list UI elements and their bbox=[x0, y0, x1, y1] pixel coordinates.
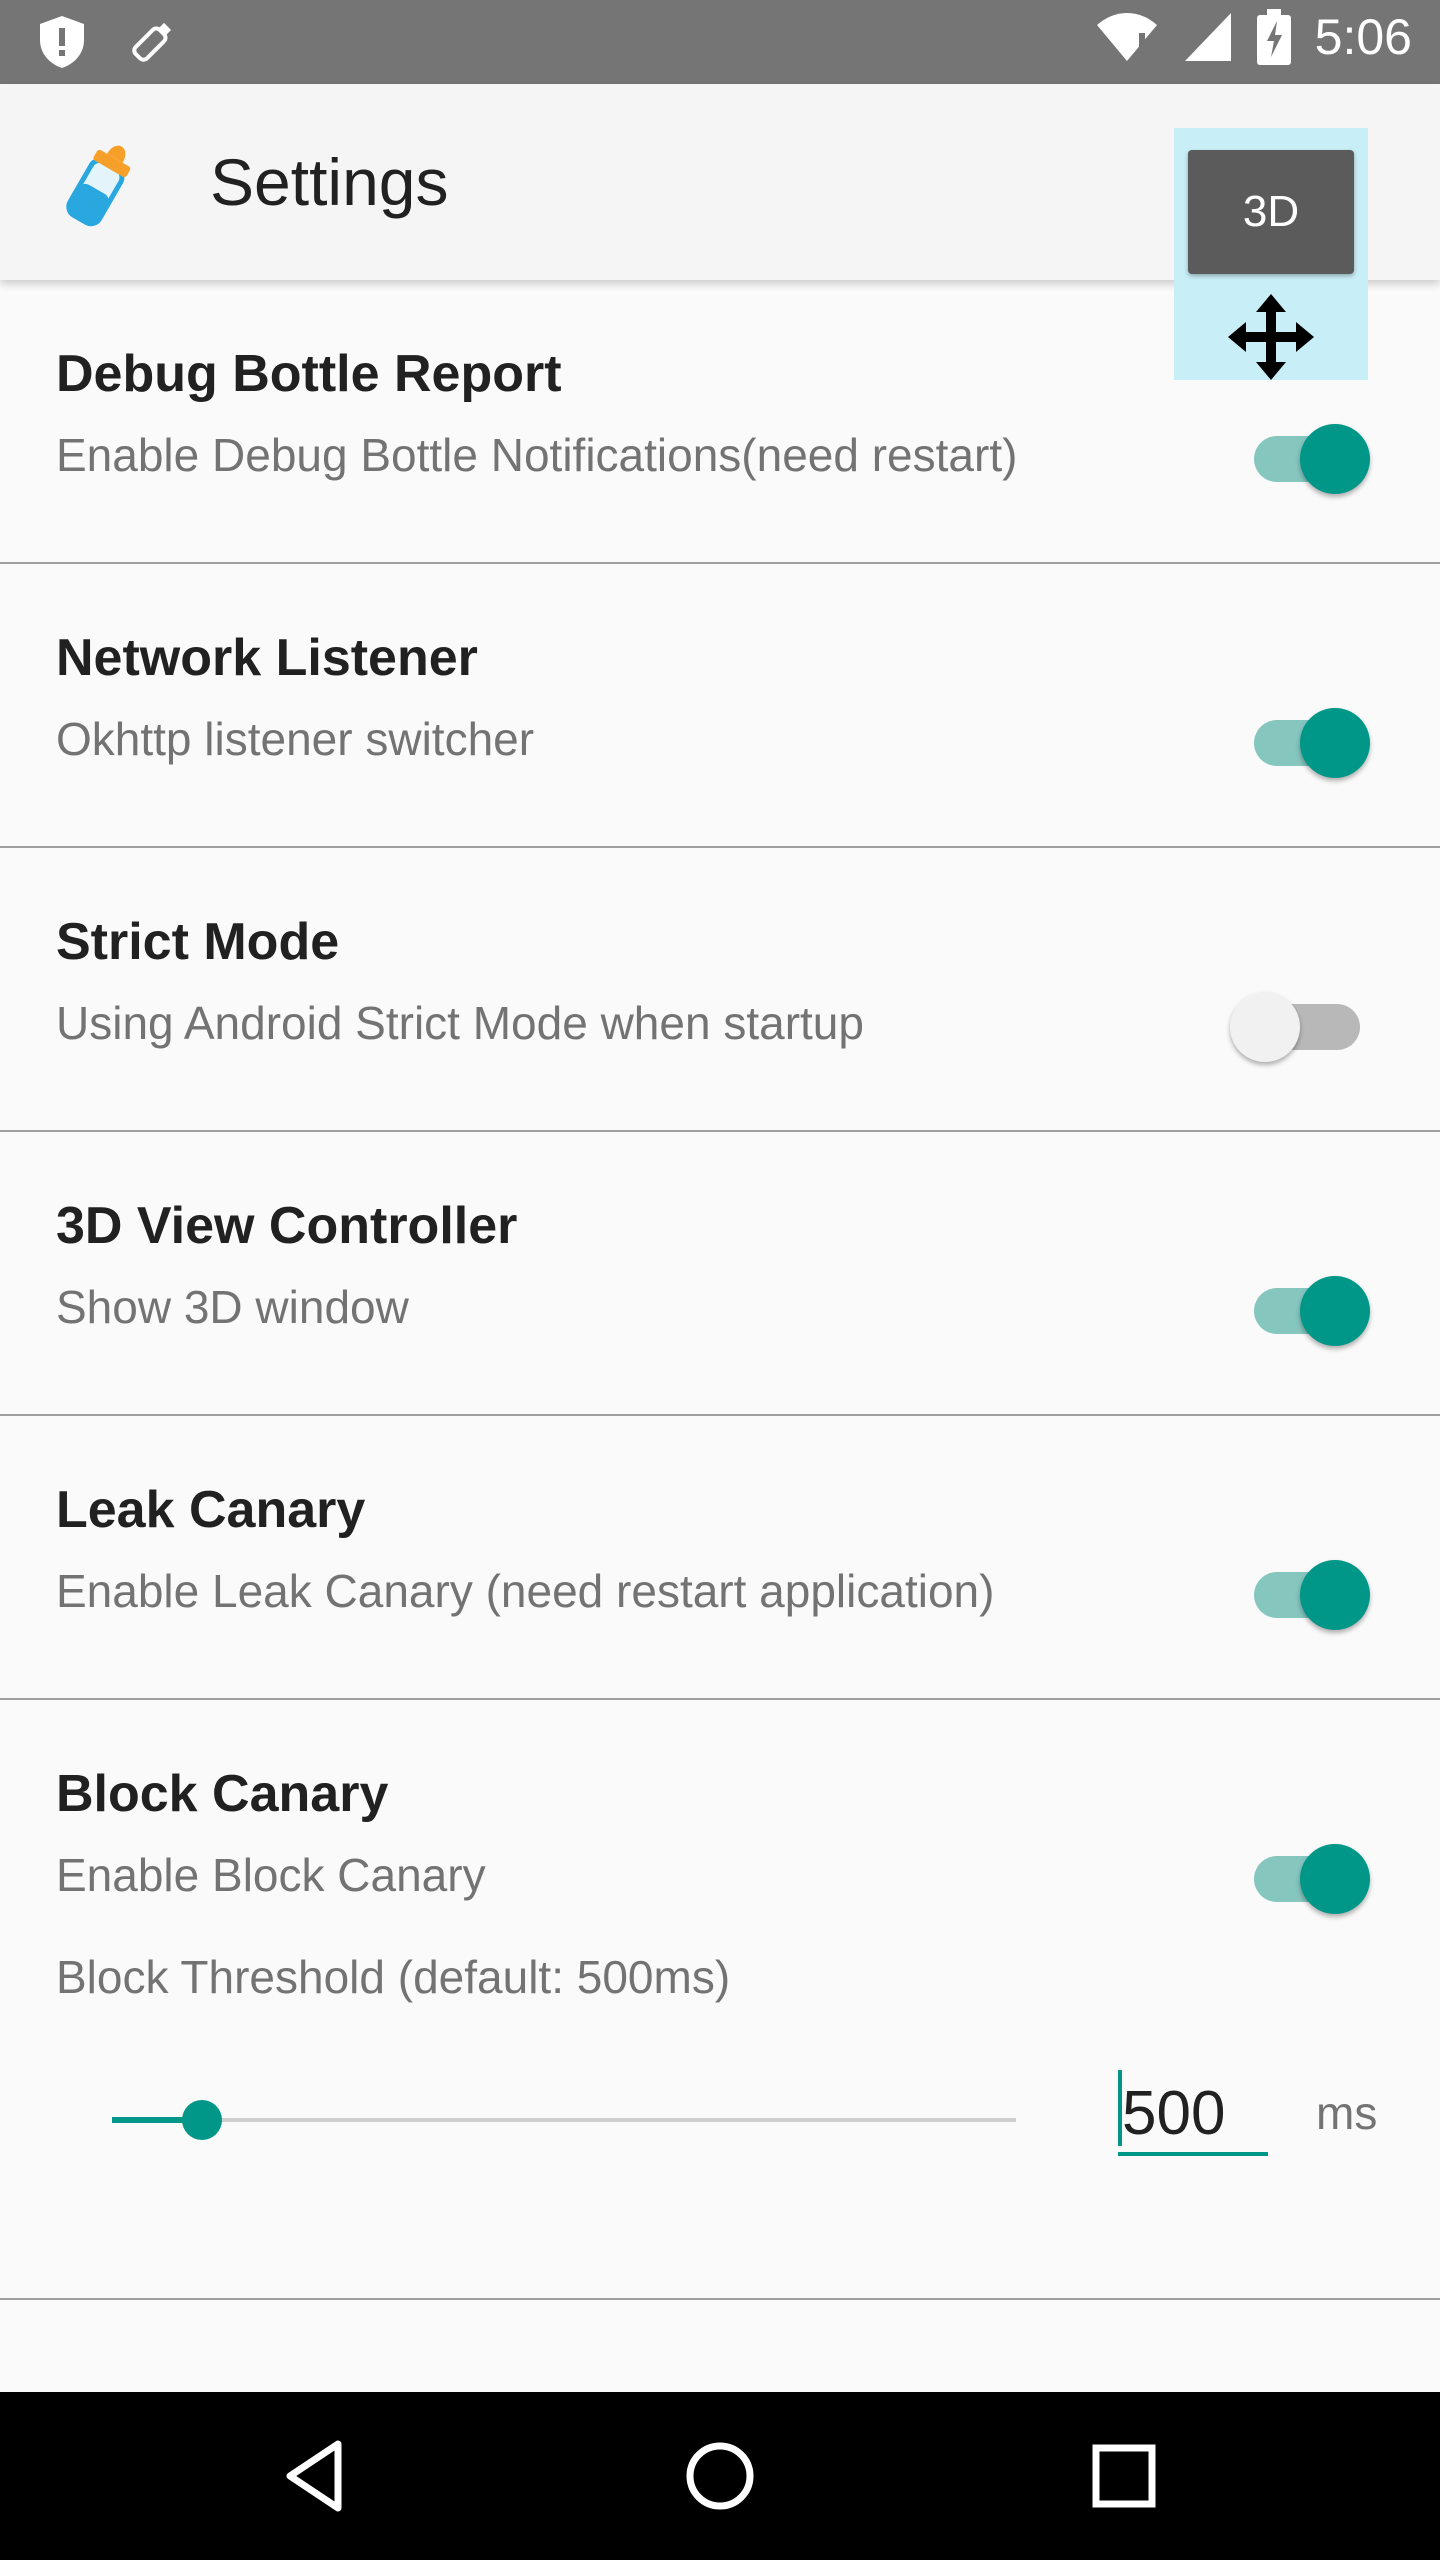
block-threshold-label: Block Threshold (default: 500ms) bbox=[56, 1951, 731, 2003]
recents-icon[interactable] bbox=[1084, 2436, 1164, 2516]
setting-network-listener[interactable]: Network Listener Okhttp listener switche… bbox=[0, 564, 1440, 848]
3d-button[interactable]: 3D bbox=[1188, 150, 1354, 274]
slider-knob[interactable] bbox=[182, 2100, 222, 2140]
setting-block-canary[interactable]: Block Canary Enable Block Canary Block T… bbox=[0, 1700, 1440, 2300]
navigation-bar bbox=[0, 2392, 1440, 2560]
setting-strict-mode[interactable]: Strict Mode Using Android Strict Mode wh… bbox=[0, 848, 1440, 1132]
page-title: Settings bbox=[210, 145, 449, 219]
strict-mode-switch[interactable] bbox=[1230, 982, 1380, 1062]
setting-title: Leak Canary bbox=[56, 1481, 366, 1539]
shield-icon bbox=[40, 16, 84, 68]
block-threshold-slider[interactable] bbox=[112, 2100, 1016, 2140]
threshold-unit: ms bbox=[1316, 2087, 1378, 2139]
baby-bottle-icon bbox=[66, 145, 131, 227]
network-listener-switch[interactable] bbox=[1230, 698, 1380, 778]
setting-leak-canary[interactable]: Leak Canary Enable Leak Canary (need res… bbox=[0, 1416, 1440, 1700]
setting-subtitle: Okhttp listener switcher bbox=[56, 713, 535, 765]
status-bar: 5:06 bbox=[0, 0, 1440, 84]
setting-subtitle: Enable Debug Bottle Notifications(need r… bbox=[56, 429, 1018, 481]
block-canary-switch[interactable] bbox=[1230, 1834, 1380, 1914]
home-icon[interactable] bbox=[680, 2436, 760, 2516]
slider-rail bbox=[112, 2118, 1016, 2122]
leak-canary-switch[interactable] bbox=[1230, 1550, 1380, 1630]
debug-bottle-report-switch[interactable] bbox=[1230, 414, 1380, 494]
clock: 5:06 bbox=[1314, 9, 1412, 65]
debug-bottle-notification-icon bbox=[132, 22, 172, 62]
back-icon[interactable] bbox=[276, 2436, 356, 2516]
block-threshold-input[interactable] bbox=[1118, 2074, 1268, 2156]
3d-view-controller-switch[interactable] bbox=[1230, 1266, 1380, 1346]
setting-subtitle: Show 3D window bbox=[56, 1281, 409, 1333]
setting-title: Network Listener bbox=[56, 629, 478, 687]
floating-3d-widget[interactable]: 3D bbox=[1174, 128, 1368, 380]
setting-subtitle: Enable Leak Canary (need restart applica… bbox=[56, 1565, 995, 1617]
text-caret bbox=[1118, 2070, 1122, 2146]
move-icon[interactable] bbox=[1228, 294, 1314, 380]
setting-subtitle: Using Android Strict Mode when startup bbox=[56, 997, 864, 1049]
setting-title: 3D View Controller bbox=[56, 1197, 518, 1255]
setting-title: Block Canary bbox=[56, 1765, 389, 1823]
wifi-icon bbox=[1096, 13, 1157, 61]
setting-title: Strict Mode bbox=[56, 913, 340, 971]
setting-title: Debug Bottle Report bbox=[56, 345, 562, 403]
battery-charging-icon bbox=[1256, 9, 1291, 65]
settings-list: Debug Bottle Report Enable Debug Bottle … bbox=[0, 280, 1440, 2300]
cellular-signal-icon bbox=[1184, 13, 1231, 61]
setting-subtitle: Enable Block Canary bbox=[56, 1849, 486, 1901]
setting-3d-view-controller[interactable]: 3D View Controller Show 3D window bbox=[0, 1132, 1440, 1416]
